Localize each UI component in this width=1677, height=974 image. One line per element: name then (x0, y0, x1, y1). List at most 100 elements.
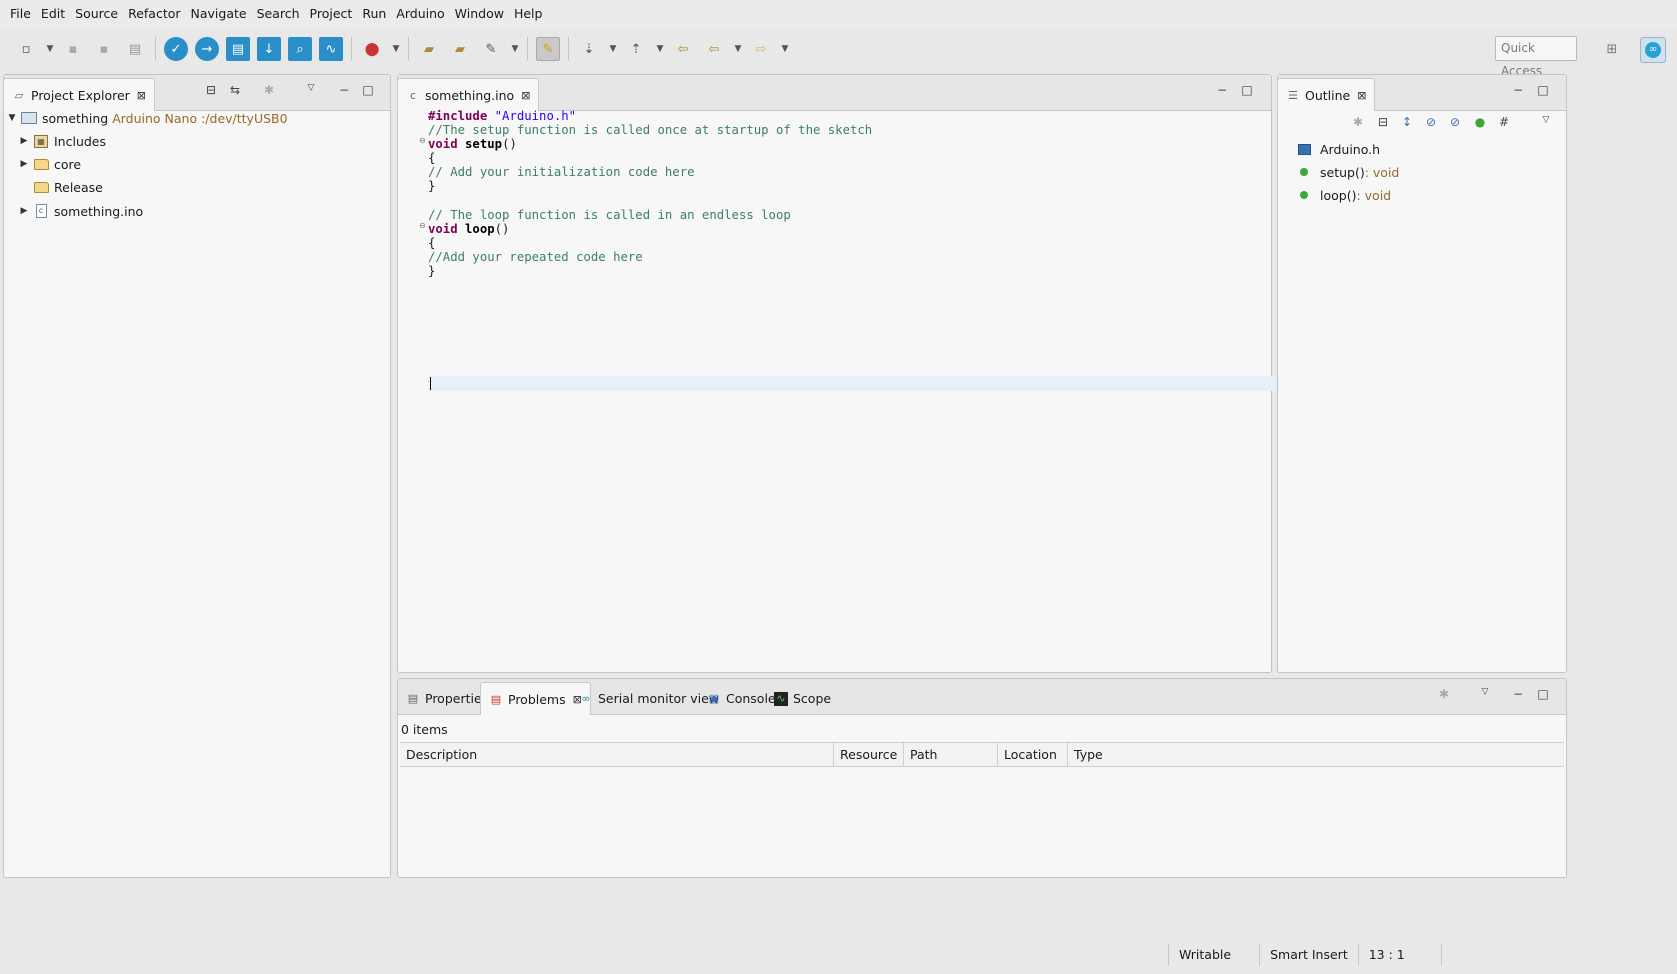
collapse-all-icon[interactable]: ⊟ (1374, 115, 1392, 129)
hide-macros-icon[interactable]: # (1495, 115, 1513, 129)
search-port-icon[interactable]: ⌕ (288, 37, 312, 61)
hide-static-icon[interactable]: ⊘ (1446, 115, 1464, 129)
maximize-icon[interactable]: □ (1534, 83, 1552, 97)
quick-access-field[interactable]: Quick Access (1495, 36, 1577, 78)
fold-toggle-icon[interactable]: ⊖ (419, 136, 426, 145)
filter-icon[interactable]: ✱ (260, 83, 278, 97)
code-line: } (428, 179, 872, 193)
outline-tabbar: ☰ Outline ⊠ − □ (1277, 75, 1566, 111)
view-menu-icon[interactable]: ▽ (302, 83, 320, 93)
new-dropdown-icon[interactable]: ▼ (45, 37, 55, 61)
tree-item-includes[interactable]: ▶ ▦ Includes (18, 130, 106, 152)
outline-item-loop[interactable]: loop() : void (1296, 184, 1391, 206)
code-token: } (428, 264, 436, 279)
close-icon[interactable]: ⊠ (1357, 89, 1366, 102)
tab-outline[interactable]: ☰ Outline ⊠ (1277, 78, 1376, 111)
tree-item-sketch-file[interactable]: ▶ c something.ino (18, 200, 144, 222)
prev-annotation-icon[interactable]: ⇡ (624, 37, 648, 61)
open-perspective-icon[interactable]: ⊞ (1600, 37, 1624, 61)
code-line: #include "Arduino.h" (428, 109, 872, 123)
menu-source[interactable]: Source (70, 0, 123, 28)
view-menu-icon[interactable]: ▽ (1537, 115, 1555, 125)
menu-arduino[interactable]: Arduino (391, 0, 449, 28)
expanded-arrow-icon[interactable]: ▼ (6, 113, 18, 123)
back-icon[interactable]: ⇦ (702, 37, 726, 61)
open-project-icon[interactable]: ▰ (417, 37, 441, 61)
menu-project[interactable]: Project (305, 0, 358, 28)
column-location[interactable]: Location (998, 743, 1068, 766)
code-line: // Add your initialization code here (428, 165, 872, 179)
highlight-icon[interactable]: ✎ (536, 37, 560, 61)
filter-icon[interactable]: ✱ (1349, 115, 1367, 129)
debug-icon[interactable]: ⬤ (360, 37, 384, 61)
column-resource[interactable]: Resource (834, 743, 904, 766)
verify-icon[interactable]: ✓ (164, 37, 188, 61)
upload-icon[interactable]: → (195, 37, 219, 61)
maximize-icon[interactable]: □ (1534, 687, 1552, 701)
code-text-area[interactable]: #include "Arduino.h"//The setup function… (428, 109, 872, 292)
filter-icon[interactable]: ✱ (1435, 687, 1453, 701)
column-type[interactable]: Type (1068, 743, 1564, 766)
last-edit-icon[interactable]: ⇦ (671, 37, 695, 61)
maximize-icon[interactable]: □ (359, 83, 377, 97)
download-icon[interactable]: ↓ (257, 37, 281, 61)
menu-search[interactable]: Search (252, 0, 305, 28)
menu-window[interactable]: Window (450, 0, 509, 28)
close-icon[interactable]: ⊠ (137, 89, 146, 102)
monitor-icon[interactable]: ∿ (319, 37, 343, 61)
tab-something-ino[interactable]: c something.ino ⊠ (397, 78, 540, 111)
tree-item-release[interactable]: Release (18, 176, 103, 198)
tools-dropdown-icon[interactable]: ▼ (510, 37, 520, 61)
maximize-icon[interactable]: □ (1238, 83, 1256, 97)
menu-run[interactable]: Run (357, 0, 391, 28)
forward-dropdown-icon[interactable]: ▼ (780, 37, 790, 61)
view-menu-icon[interactable]: ▽ (1476, 687, 1494, 697)
menu-file[interactable]: File (5, 0, 36, 28)
tab-scope[interactable]: ∿ Scope (766, 682, 839, 715)
tree-item-core[interactable]: ▶ core (18, 153, 82, 175)
sort-icon[interactable]: ↕ (1398, 115, 1416, 129)
fold-toggle-icon[interactable]: ⊖ (419, 221, 426, 230)
tools-icon[interactable]: ✎ (479, 37, 503, 61)
tree-item-project[interactable]: ▼ something Arduino Nano :/dev/ttyUSB0 (6, 107, 288, 129)
forward-icon[interactable]: ⇨ (749, 37, 773, 61)
hide-fields-icon[interactable]: ⊘ (1422, 115, 1440, 129)
save-icon[interactable]: ▪ (61, 37, 85, 61)
minimize-icon[interactable]: − (1509, 687, 1527, 701)
status-divider (1259, 944, 1261, 966)
tab-label: Problems (508, 691, 566, 707)
collapse-all-icon[interactable]: ⊟ (202, 83, 220, 97)
next-annotation-icon[interactable]: ⇣ (577, 37, 601, 61)
arduino-perspective-icon[interactable]: ∞ (1640, 37, 1666, 63)
code-token: } (428, 179, 436, 194)
link-editor-icon[interactable]: ⇆ (226, 83, 244, 97)
code-token: void (428, 137, 466, 152)
close-icon[interactable]: ⊠ (521, 89, 530, 102)
save-all-icon[interactable]: ▪ (92, 37, 116, 61)
menu-navigate[interactable]: Navigate (186, 0, 252, 28)
back-dropdown-icon[interactable]: ▼ (733, 37, 743, 61)
menu-edit[interactable]: Edit (36, 0, 70, 28)
c-file-icon: c (409, 88, 417, 102)
outline-item-include[interactable]: Arduino.h (1296, 138, 1380, 160)
column-description[interactable]: Description (400, 743, 834, 766)
open-folder-icon[interactable]: ▰ (448, 37, 472, 61)
new-icon[interactable]: ▫ (14, 37, 38, 61)
column-path[interactable]: Path (904, 743, 998, 766)
debug-dropdown-icon[interactable]: ▼ (391, 37, 401, 61)
minimize-icon[interactable]: − (1509, 83, 1527, 97)
prev-annotation-dropdown-icon[interactable]: ▼ (655, 37, 665, 61)
code-token: { (428, 151, 436, 166)
collapsed-arrow-icon[interactable]: ▶ (18, 136, 30, 146)
program-icon[interactable]: ▤ (226, 37, 250, 61)
hide-nonpublic-icon[interactable]: ● (1471, 115, 1489, 129)
minimize-icon[interactable]: − (335, 83, 353, 97)
next-annotation-dropdown-icon[interactable]: ▼ (608, 37, 618, 61)
menu-refactor[interactable]: Refactor (123, 0, 185, 28)
outline-item-setup[interactable]: setup() : void (1296, 161, 1399, 183)
minimize-icon[interactable]: − (1213, 83, 1231, 97)
menu-help[interactable]: Help (509, 0, 548, 28)
collapsed-arrow-icon[interactable]: ▶ (18, 206, 30, 216)
collapsed-arrow-icon[interactable]: ▶ (18, 159, 30, 169)
print-icon[interactable]: ▤ (123, 37, 147, 61)
